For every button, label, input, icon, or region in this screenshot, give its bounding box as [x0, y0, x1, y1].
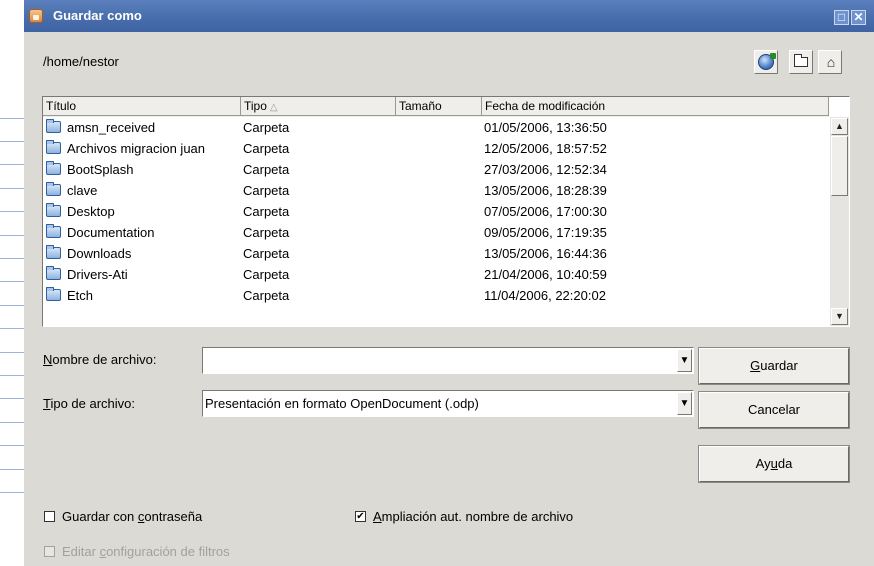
cell-date: 13/05/2006, 18:28:39	[484, 183, 607, 198]
column-size[interactable]: Tamaño	[396, 97, 482, 116]
cell-date: 13/05/2006, 16:44:36	[484, 246, 607, 261]
auto-extension-label: Ampliación aut. nombre de archivo	[373, 509, 574, 524]
cell-name: Archivos migracion juan	[67, 141, 206, 156]
table-row[interactable]: Drivers-Ati Carpeta 21/04/2006, 10:40:59	[43, 264, 829, 285]
filter-settings-label: Editar configuración de filtros	[62, 544, 230, 559]
filename-combo[interactable]: ▼	[202, 347, 694, 374]
cancel-button[interactable]: Cancelar	[699, 392, 849, 428]
title-bar[interactable]: Guardar como □ ✕	[24, 0, 874, 32]
cell-type: Carpeta	[243, 162, 290, 177]
cell-name: Desktop	[67, 204, 115, 219]
table-row[interactable]: Etch Carpeta 11/04/2006, 22:20:02	[43, 285, 829, 306]
window-title: Guardar como	[53, 8, 142, 23]
folder-icon	[46, 203, 61, 217]
app-icon	[29, 9, 43, 23]
folder-icon	[46, 245, 61, 259]
cell-type: Carpeta	[243, 246, 290, 261]
file-rows: amsn_received Carpeta 01/05/2006, 13:36:50…	[43, 117, 829, 306]
chevron-down-icon[interactable]: ▼	[677, 349, 692, 372]
background-lines	[0, 0, 24, 566]
cell-date: 07/05/2006, 17:00:30	[484, 204, 607, 219]
cell-name: Etch	[67, 288, 94, 303]
close-icon[interactable]: ✕	[851, 10, 866, 25]
folder-icon	[46, 224, 61, 238]
column-type[interactable]: Tipo △	[241, 97, 396, 116]
folder-icon	[46, 182, 61, 196]
home-button[interactable]: ⌂	[818, 50, 842, 74]
cell-type: Carpeta	[243, 120, 290, 135]
file-list[interactable]: Título Tipo △ Tamaño Fecha de modificació…	[42, 96, 850, 327]
scroll-down-icon[interactable]: ▼	[831, 308, 848, 325]
folder-icon	[46, 161, 61, 175]
cell-type: Carpeta	[243, 141, 290, 156]
cell-name: Drivers-Ati	[67, 267, 128, 282]
auto-extension-checkbox[interactable]: ✔	[355, 511, 366, 522]
cell-name: amsn_received	[67, 120, 156, 135]
cell-date: 21/04/2006, 10:40:59	[484, 267, 607, 282]
cell-name: Downloads	[67, 246, 132, 261]
table-row[interactable]: BootSplash Carpeta 27/03/2006, 12:52:34	[43, 159, 829, 180]
filetype-value: Presentación en formato OpenDocument (.o…	[205, 396, 479, 411]
cell-type: Carpeta	[243, 204, 290, 219]
cell-name: clave	[67, 183, 98, 198]
table-row[interactable]: Archivos migracion juan Carpeta 12/05/2006…	[43, 138, 829, 159]
table-row[interactable]: clave Carpeta 13/05/2006, 18:28:39	[43, 180, 829, 201]
save-dialog: Guardar como □ ✕ /home/nestor ⌂ Título T…	[24, 0, 874, 566]
maximize-icon[interactable]: □	[834, 10, 849, 25]
cell-type: Carpeta	[243, 225, 290, 240]
up-level-button[interactable]	[754, 50, 778, 74]
vertical-scrollbar[interactable]: ▲ ▼	[830, 117, 849, 326]
cell-date: 12/05/2006, 18:57:52	[484, 141, 607, 156]
folder-icon	[46, 266, 61, 280]
cell-type: Carpeta	[243, 288, 290, 303]
new-folder-button[interactable]	[789, 50, 813, 74]
save-button[interactable]: Guardar	[699, 348, 849, 384]
current-path: /home/nestor	[43, 54, 119, 69]
list-header: Título Tipo △ Tamaño Fecha de modificació…	[43, 97, 829, 117]
filetype-label: Tipo de archivo:	[43, 396, 136, 411]
table-row[interactable]: Documentation Carpeta 09/05/2006, 17:19:35	[43, 222, 829, 243]
filter-settings-checkbox	[44, 546, 55, 557]
home-icon: ⌂	[826, 54, 836, 70]
folder-icon	[46, 119, 61, 133]
scroll-thumb[interactable]	[831, 136, 848, 196]
password-checkbox[interactable]	[44, 511, 55, 522]
help-button[interactable]: Ayuda	[699, 446, 849, 482]
password-label: Guardar con contraseña	[62, 509, 203, 524]
cell-name: Documentation	[67, 225, 155, 240]
cell-date: 01/05/2006, 13:36:50	[484, 120, 607, 135]
cell-date: 09/05/2006, 17:19:35	[484, 225, 607, 240]
table-row[interactable]: amsn_received Carpeta 01/05/2006, 13:36:50	[43, 117, 829, 138]
folder-icon	[46, 140, 61, 154]
cell-type: Carpeta	[243, 267, 290, 282]
table-row[interactable]: Desktop Carpeta 07/05/2006, 17:00:30	[43, 201, 829, 222]
globe-icon	[758, 53, 776, 70]
chevron-down-icon[interactable]: ▼	[677, 392, 692, 415]
column-title[interactable]: Título	[43, 97, 241, 116]
cell-date: 11/04/2006, 22:20:02	[484, 288, 606, 303]
table-row[interactable]: Downloads Carpeta 13/05/2006, 16:44:36	[43, 243, 829, 264]
folder-icon	[46, 287, 61, 301]
cell-date: 27/03/2006, 12:52:34	[484, 162, 607, 177]
sort-asc-icon: △	[269, 102, 278, 113]
filename-label: Nombre de archivo:	[43, 352, 157, 367]
scroll-up-icon[interactable]: ▲	[831, 118, 848, 135]
cell-type: Carpeta	[243, 183, 290, 198]
folder-new-icon	[794, 54, 808, 67]
filetype-select[interactable]: Presentación en formato OpenDocument (.o…	[202, 390, 694, 417]
column-date[interactable]: Fecha de modificación	[482, 97, 829, 116]
cell-name: BootSplash	[67, 162, 134, 177]
